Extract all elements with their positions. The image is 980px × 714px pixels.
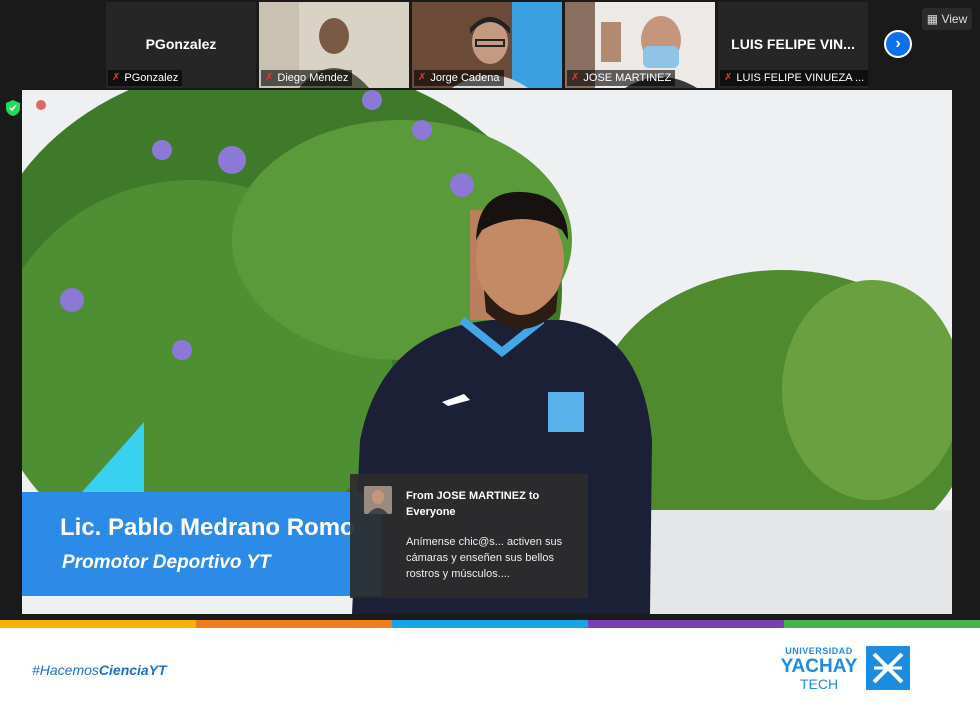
mic-muted-icon: ✗: [724, 72, 733, 83]
participant-tile-diego[interactable]: ✗ Diego Méndez: [259, 2, 409, 88]
participant-name: Jorge Cadena: [430, 72, 500, 84]
chevron-right-icon: ›: [895, 35, 901, 52]
mic-muted-icon: ✗: [571, 72, 580, 83]
participant-tile-pgonzalez[interactable]: PGonzalez ✗ PGonzalez: [106, 2, 256, 88]
hashtag-bold: CienciaYT: [98, 662, 167, 678]
color-bar-purple: [588, 620, 784, 628]
chat-message: Anímense chic@s... activen sus cámaras y…: [406, 536, 563, 580]
participant-tile-jorge[interactable]: ✗ Jorge Cadena: [412, 2, 562, 88]
chat-sender-avatar: [364, 486, 392, 514]
chat-notification[interactable]: From JOSE MARTINEZ to Everyone Anímense …: [350, 474, 588, 598]
color-bar-blue: [392, 620, 588, 628]
grid-view-icon: ▦: [926, 12, 939, 26]
yachay-mark-icon: [866, 646, 910, 690]
security-shield-icon[interactable]: [6, 100, 20, 116]
next-page-button[interactable]: ›: [884, 30, 912, 58]
participant-label: ✗ Diego Méndez: [261, 70, 353, 86]
color-bar-green: [784, 620, 980, 628]
recording-indicator-icon: [36, 100, 46, 110]
participant-big-name: LUIS FELIPE VIN...: [731, 36, 855, 52]
participant-name: JOSE MARTINEZ: [583, 72, 672, 84]
hashtag-prefix: #Hacemos: [32, 662, 99, 678]
lower-third-accent: [82, 422, 144, 492]
view-button-label: View: [941, 12, 968, 26]
zoom-meeting-window: PGonzalez ✗ PGonzalez ✗ Diego Méndez ✗ J…: [0, 0, 980, 620]
view-button[interactable]: ▦ View: [922, 8, 972, 30]
participant-label: ✗ Jorge Cadena: [414, 70, 504, 86]
branding-footer: #HacemosCienciaYT UNIVERSIDAD YACHAY TEC…: [0, 620, 980, 714]
logo-line-3: TECH: [799, 676, 839, 692]
mic-muted-icon: ✗: [418, 72, 427, 83]
color-bar-orange: [196, 620, 392, 628]
chat-sender: From JOSE MARTINEZ to Everyone: [406, 490, 540, 518]
logo-line-1: UNIVERSIDAD: [785, 646, 853, 656]
participant-label: ✗ PGonzalez: [108, 70, 183, 86]
mic-muted-icon: ✗: [265, 72, 274, 83]
participant-name: LUIS FELIPE VINUEZA ...: [736, 72, 865, 84]
speaker-role: Promotor Deportivo YT: [62, 552, 271, 573]
participant-name: PGonzalez: [124, 72, 179, 84]
yachay-tech-logo: UNIVERSIDAD YACHAY TECH: [778, 646, 910, 694]
participant-label: ✗ LUIS FELIPE VINUEZA ...: [720, 70, 868, 86]
participant-tile-jose[interactable]: ✗ JOSE MARTINEZ: [565, 2, 715, 88]
logo-line-2: YACHAY: [780, 656, 858, 677]
color-bar-yellow: [0, 620, 196, 628]
speaker-lower-third: Lic. Pablo Medrano Romo Promotor Deporti…: [22, 422, 382, 596]
avatar-image: [364, 486, 392, 514]
participant-label: ✗ JOSE MARTINEZ: [567, 70, 676, 86]
participant-name: Diego Méndez: [277, 72, 349, 84]
hashtag: #HacemosCienciaYT: [32, 662, 167, 678]
participant-tile-luis[interactable]: LUIS FELIPE VIN... ✗ LUIS FELIPE VINUEZA…: [718, 2, 868, 88]
participant-big-name: PGonzalez: [145, 36, 217, 52]
mic-muted-icon: ✗: [112, 72, 121, 83]
speaker-name: Lic. Pablo Medrano Romo: [60, 514, 355, 541]
